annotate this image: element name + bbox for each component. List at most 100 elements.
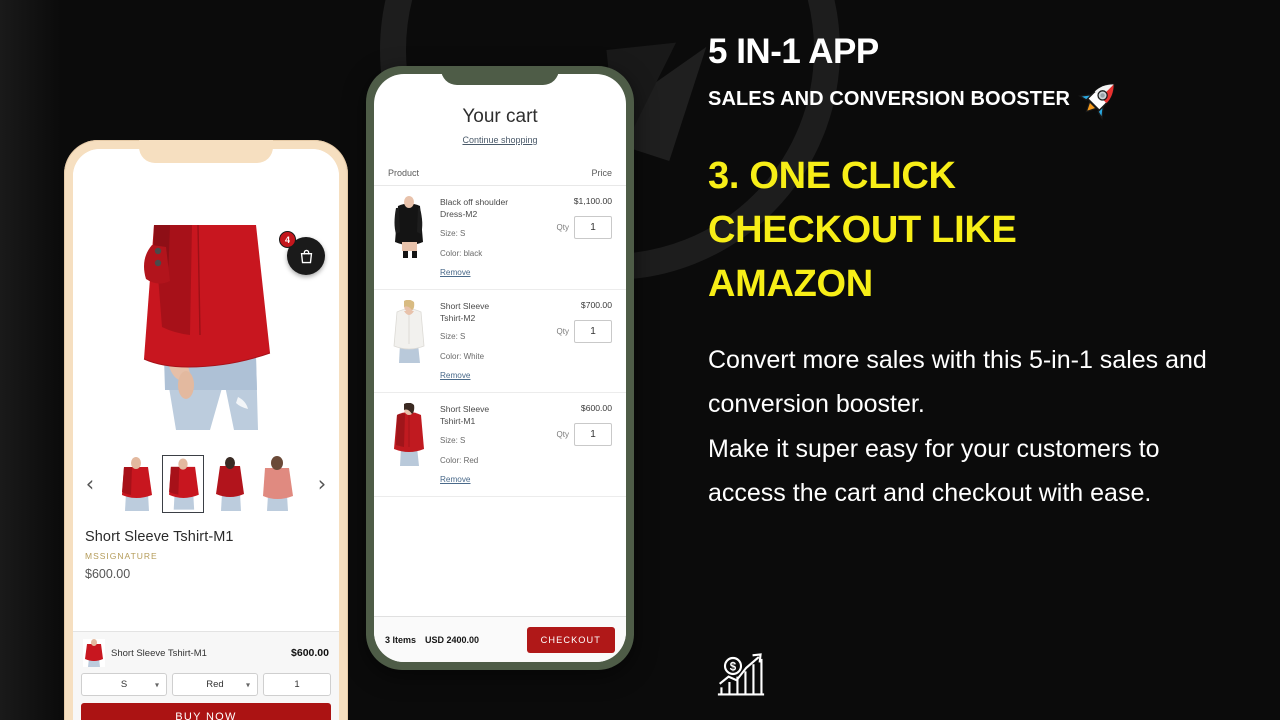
cart-line-item: Short Sleeve Tshirt-M1 Size: S Color: Re… bbox=[374, 393, 626, 497]
sticky-product-row: Short Sleeve Tshirt-M1 $600.00 bbox=[81, 637, 331, 673]
cart-item-name: Short Sleeve Tshirt-M2 bbox=[440, 300, 490, 323]
cart-item-thumbnail bbox=[388, 299, 430, 363]
cart-item-size: Size: S bbox=[440, 435, 466, 445]
thumbnail-image bbox=[255, 455, 298, 513]
chevron-down-icon: ▾ bbox=[245, 680, 250, 689]
sticky-product-thumbnail bbox=[83, 639, 105, 667]
cart-item-qty-input[interactable]: 1 bbox=[574, 319, 612, 343]
product-image-area: 4 bbox=[73, 149, 339, 447]
cart-item-price: $1,100.00 bbox=[573, 196, 612, 206]
cart-footer: 3 Items USD 2400.00 CHECKOUT bbox=[374, 616, 626, 662]
sticky-product-price: $600.00 bbox=[291, 647, 329, 659]
cart-badge-count: 4 bbox=[279, 231, 296, 248]
product-vendor: MSSIGNATURE bbox=[85, 551, 158, 561]
cart-column-headers: Product Price bbox=[374, 148, 626, 186]
rocket-icon bbox=[1078, 83, 1115, 120]
product-price: $600.00 bbox=[85, 567, 131, 581]
cart-item-qty-group: Qty 1 bbox=[538, 216, 612, 239]
section-body-text: Convert more sales with this 5-in-1 sale… bbox=[708, 345, 1207, 508]
variant-selector-row: S ▾ Red ▾ 1 bbox=[81, 673, 331, 696]
app-title: 5 IN-1 APP bbox=[708, 32, 879, 71]
product-hero-image bbox=[106, 185, 306, 447]
column-header-product: Product bbox=[388, 168, 420, 178]
cart-item-thumbnail bbox=[388, 403, 430, 466]
quantity-value: 1 bbox=[294, 679, 300, 690]
cart-item-price: $600.00 bbox=[580, 403, 612, 413]
cart-item-pricing: $700.00 Qty 1 bbox=[538, 300, 612, 384]
size-select-value: S bbox=[120, 679, 128, 690]
phone-notch bbox=[139, 140, 273, 163]
product-thumbnail-carousel: ‹ › bbox=[73, 447, 339, 521]
product-phone-mockup: 4 ‹ › Short Sleeve Tshirt-M1 MSSIGNATURE… bbox=[64, 140, 348, 720]
sticky-buy-bar: Short Sleeve Tshirt-M1 $600.00 S ▾ Red ▾… bbox=[73, 631, 339, 720]
cart-item-size: Size: S bbox=[440, 228, 466, 238]
cart-item-qty-label: Qty bbox=[556, 430, 569, 439]
column-header-price: Price bbox=[591, 168, 612, 178]
cart-item-remove-link[interactable]: Remove bbox=[440, 371, 471, 380]
chevron-down-icon: ▾ bbox=[154, 680, 159, 689]
section-heading: 3. ONE CLICK CHECKOUT LIKE AMAZON bbox=[708, 154, 1017, 305]
app-subtitle-row: SALES AND CONVERSION BOOSTER bbox=[708, 80, 1250, 120]
svg-text:$: $ bbox=[730, 661, 737, 673]
cart-item-name: Black off shoulder Dress-M2 bbox=[440, 197, 509, 220]
cart-item-qty-label: Qty bbox=[556, 326, 569, 336]
thumbnail-item-selected[interactable] bbox=[161, 455, 204, 513]
product-screen: 4 ‹ › Short Sleeve Tshirt-M1 MSSIGNATURE… bbox=[73, 149, 339, 720]
cart-item-image bbox=[388, 196, 430, 259]
product-info-block: Short Sleeve Tshirt-M1 MSSIGNATURE $600.… bbox=[73, 521, 339, 585]
continue-shopping-link[interactable]: Continue shopping bbox=[462, 135, 537, 145]
cart-item-pricing: $600.00 Qty 1 bbox=[538, 403, 612, 487]
cart-line-item: Short Sleeve Tshirt-M2 Size: S Color: Wh… bbox=[374, 290, 626, 393]
cart-item-color: Color: Red bbox=[440, 455, 479, 465]
thumbnail-list bbox=[114, 455, 298, 513]
cart-page-title: Your cart bbox=[462, 106, 538, 127]
cart-item-count: 3 Items bbox=[385, 634, 417, 645]
cart-item-details: Short Sleeve Tshirt-M2 Size: S Color: Wh… bbox=[430, 300, 538, 384]
buy-now-button[interactable]: BUY NOW bbox=[81, 703, 331, 720]
shopping-bag-icon bbox=[300, 249, 312, 263]
thumbnail-item[interactable] bbox=[114, 455, 157, 513]
cart-item-remove-link[interactable]: Remove bbox=[440, 475, 471, 484]
checkout-button[interactable]: CHECKOUT bbox=[526, 626, 615, 653]
cart-item-qty-input[interactable]: 1 bbox=[574, 423, 612, 446]
floating-cart-button[interactable]: 4 bbox=[279, 231, 325, 275]
sticky-thumbnail-image bbox=[83, 639, 105, 667]
quantity-input[interactable]: 1 bbox=[263, 673, 331, 696]
growth-chart-icon: $ bbox=[717, 653, 765, 696]
carousel-prev-icon[interactable]: ‹ bbox=[81, 473, 99, 495]
cart-header: Your cart Continue shopping bbox=[374, 74, 626, 148]
cart-item-thumbnail bbox=[388, 196, 430, 259]
thumbnail-image bbox=[163, 457, 202, 512]
cart-item-details: Black off shoulder Dress-M2 Size: S Colo… bbox=[430, 196, 538, 280]
left-edge-gradient bbox=[0, 0, 60, 720]
cart-item-remove-link[interactable]: Remove bbox=[440, 268, 471, 277]
carousel-next-icon[interactable]: › bbox=[313, 473, 331, 495]
cart-item-image bbox=[388, 403, 430, 466]
cart-item-color: Color: White bbox=[440, 352, 485, 362]
thumbnail-item[interactable] bbox=[255, 455, 298, 513]
thumbnail-item[interactable] bbox=[208, 455, 251, 513]
product-title: Short Sleeve Tshirt-M1 bbox=[85, 529, 234, 545]
cart-item-qty-group: Qty 1 bbox=[538, 319, 612, 343]
cart-item-qty-label: Qty bbox=[556, 223, 569, 232]
cart-item-name: Short Sleeve Tshirt-M1 bbox=[440, 404, 490, 427]
size-select[interactable]: S ▾ bbox=[81, 673, 167, 696]
cart-item-image bbox=[388, 299, 430, 363]
color-select-value: Red bbox=[206, 679, 224, 690]
marketing-panel: 5 IN-1 APP SALES AND CONVERSION BOOSTER … bbox=[708, 0, 1280, 720]
thumbnail-image bbox=[114, 455, 157, 513]
sticky-product-name: Short Sleeve Tshirt-M1 bbox=[111, 647, 207, 659]
thumbnail-image bbox=[208, 455, 251, 513]
cart-item-price: $700.00 bbox=[580, 299, 612, 310]
cart-total: USD 2400.00 bbox=[425, 634, 480, 645]
cart-item-qty-group: Qty 1 bbox=[538, 423, 612, 446]
color-select[interactable]: Red ▾ bbox=[172, 673, 258, 696]
cart-item-color: Color: black bbox=[440, 248, 483, 258]
phone-notch bbox=[441, 66, 559, 85]
cart-item-details: Short Sleeve Tshirt-M1 Size: S Color: Re… bbox=[430, 403, 538, 487]
cart-item-pricing: $1,100.00 Qty 1 bbox=[538, 196, 612, 280]
cart-phone-mockup: Your cart Continue shopping Product Pric… bbox=[366, 66, 634, 670]
cart-item-qty-input[interactable]: 1 bbox=[574, 216, 612, 239]
cart-line-item: Black off shoulder Dress-M2 Size: S Colo… bbox=[374, 186, 626, 290]
app-subtitle: SALES AND CONVERSION BOOSTER bbox=[708, 88, 1071, 111]
